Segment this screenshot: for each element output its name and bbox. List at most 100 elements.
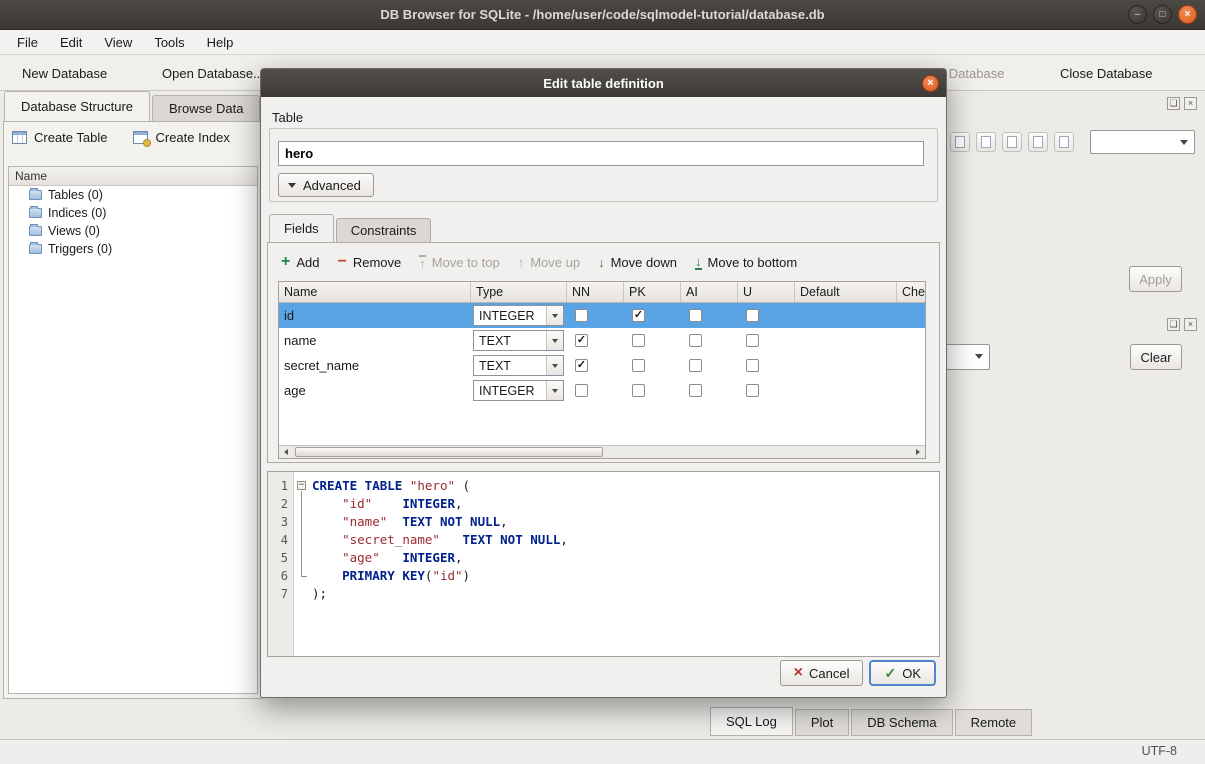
tab-browse-data[interactable]: Browse Data [152,95,260,122]
tab-sql-log[interactable]: SQL Log [710,707,793,736]
pk-checkbox[interactable] [632,334,645,347]
menu-edit[interactable]: Edit [49,31,93,54]
toolbar-icon[interactable] [976,132,996,152]
ai-checkbox[interactable] [689,384,702,397]
field-name-cell[interactable]: secret_name [279,353,471,378]
u-checkbox[interactable] [746,309,759,322]
tab-db-schema[interactable]: DB Schema [851,709,952,736]
remove-button[interactable]: Remove [337,254,401,270]
tree-item-triggers-0[interactable]: Triggers (0) [9,240,257,258]
fields-grid-hscrollbar[interactable] [279,445,925,458]
ai-checkbox[interactable] [689,309,702,322]
u-checkbox[interactable] [746,334,759,347]
move-top-button[interactable]: Move to top [419,255,499,270]
check-cell[interactable] [897,378,926,403]
type-combo[interactable]: TEXT [473,355,564,376]
mode-combo[interactable] [1090,130,1195,154]
field-name-cell[interactable]: id [279,303,471,328]
chevron-down-icon[interactable] [546,306,563,325]
scroll-right-button[interactable] [911,446,925,459]
pk-checkbox[interactable] [632,359,645,372]
nn-checkbox[interactable] [575,334,588,347]
advanced-toggle[interactable]: Advanced [278,173,374,197]
type-combo[interactable]: TEXT [473,330,564,351]
dock-float-icon[interactable] [1167,318,1180,331]
ok-button[interactable]: OK [869,660,936,686]
sql-preview[interactable]: 1234567 CREATE TABLE "hero" ( "id" INTEG… [267,471,940,657]
default-cell[interactable] [795,353,897,378]
add-button[interactable]: Add [281,254,319,270]
default-cell[interactable] [795,378,897,403]
cancel-button[interactable]: Cancel [780,660,864,686]
pk-checkbox[interactable] [632,309,645,322]
check-cell[interactable] [897,353,926,378]
chevron-down-icon[interactable] [546,331,563,350]
column-header-pk[interactable]: PK [624,282,681,302]
field-row[interactable]: secret_nameTEXT [279,353,925,378]
toolbar-icon[interactable] [1028,132,1048,152]
maximize-icon[interactable] [1153,5,1172,24]
chevron-down-icon[interactable] [546,356,563,375]
nn-checkbox[interactable] [575,384,588,397]
tab-fields[interactable]: Fields [269,214,334,243]
field-row[interactable]: nameTEXT [279,328,925,353]
field-row[interactable]: ageINTEGER [279,378,925,403]
menu-help[interactable]: Help [196,31,245,54]
u-checkbox[interactable] [746,384,759,397]
check-cell[interactable] [897,303,926,328]
toolbar-icon[interactable] [1002,132,1022,152]
tab-remote[interactable]: Remote [955,709,1033,736]
type-combo[interactable]: INTEGER [473,305,564,326]
move-down-button[interactable]: Move down [598,255,677,270]
check-cell[interactable] [897,328,926,353]
ai-checkbox[interactable] [689,359,702,372]
field-name-cell[interactable]: name [279,328,471,353]
move-up-button[interactable]: Move up [518,255,580,270]
clear-button[interactable]: Clear [1130,344,1182,370]
column-header-check[interactable]: Check [897,282,926,302]
dock-close-icon[interactable] [1184,318,1197,331]
toolbar-icon[interactable] [1054,132,1074,152]
column-header-type[interactable]: Type [471,282,567,302]
menu-view[interactable]: View [93,31,143,54]
column-header-nn[interactable]: NN [567,282,624,302]
menu-tools[interactable]: Tools [143,31,195,54]
nn-checkbox[interactable] [575,359,588,372]
tab-plot[interactable]: Plot [795,709,849,736]
open-database-button[interactable]: Open Database... [148,59,272,87]
scrollbar-thumb[interactable] [295,447,603,457]
toolbar-icon[interactable] [950,132,970,152]
column-header-ai[interactable]: AI [681,282,738,302]
dock-float-icon[interactable] [1167,97,1180,110]
close-database-button[interactable]: Close Database [1046,59,1161,87]
default-cell[interactable] [795,303,897,328]
tab-constraints[interactable]: Constraints [336,218,432,243]
field-row[interactable]: idINTEGER [279,303,925,328]
ai-checkbox[interactable] [689,334,702,347]
move-bottom-button[interactable]: Move to bottom [695,255,797,270]
u-checkbox[interactable] [746,359,759,372]
column-header-name[interactable]: Name [279,282,471,302]
create-index-button[interactable]: Create Index [133,130,229,145]
pk-checkbox[interactable] [632,384,645,397]
table-name-input[interactable] [278,141,924,166]
tab-database-structure[interactable]: Database Structure [4,91,150,122]
new-database-button[interactable]: New Database [8,59,115,87]
tree-item-tables-0[interactable]: Tables (0) [9,186,257,204]
create-table-button[interactable]: Create Table [12,130,107,145]
menu-file[interactable]: File [6,31,49,54]
type-combo[interactable]: INTEGER [473,380,564,401]
scroll-left-button[interactable] [279,446,293,459]
nn-checkbox[interactable] [575,309,588,322]
field-name-cell[interactable]: age [279,378,471,403]
chevron-down-icon[interactable] [546,381,563,400]
apply-button[interactable]: Apply [1129,266,1182,292]
dock-close-icon[interactable] [1184,97,1197,110]
fold-collapse-icon[interactable] [297,481,306,490]
close-icon[interactable] [1178,5,1197,24]
default-cell[interactable] [795,328,897,353]
column-header-default[interactable]: Default [795,282,897,302]
column-header-u[interactable]: U [738,282,795,302]
dialog-close-icon[interactable] [922,75,939,92]
scrollbar-track[interactable] [293,446,911,458]
